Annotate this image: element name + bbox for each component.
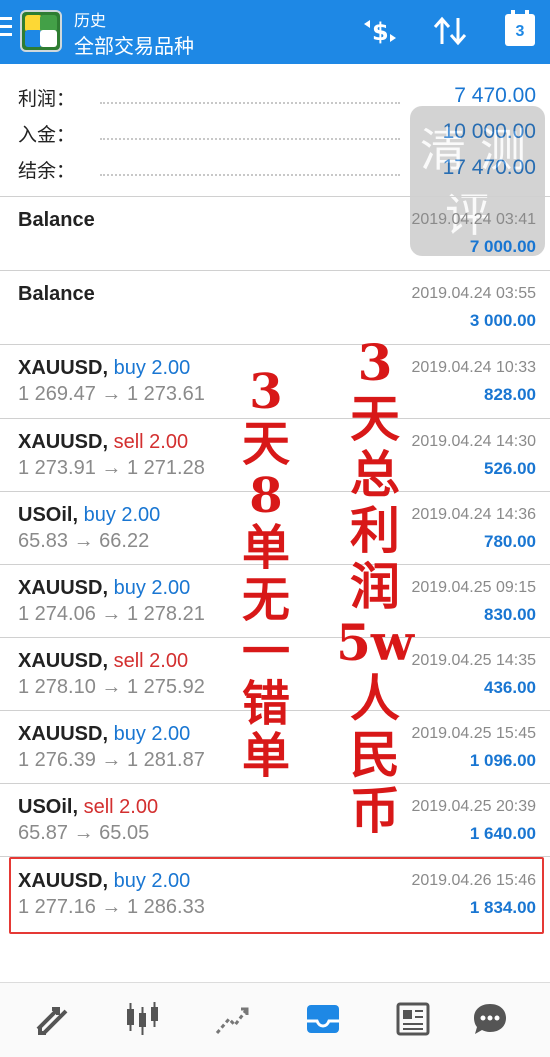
row-profit: 1 096.00	[469, 751, 536, 770]
annotation-char: 天	[241, 416, 290, 472]
annotation-char: 利	[350, 501, 400, 560]
row-title: XAUUSD, buy 2.00	[18, 723, 190, 746]
quotes-icon[interactable]	[32, 999, 72, 1039]
annotation-right: 3 天 总 利 润 5w 人 民 币	[335, 338, 415, 842]
row-symbol: USOil,	[18, 504, 79, 526]
row-side: buy 2.00	[113, 723, 191, 745]
row-symbol: XAUUSD,	[18, 357, 109, 379]
row-prices: 1 276.39 → 1 281.87	[18, 749, 205, 771]
row-symbol: XAUUSD,	[18, 650, 109, 672]
annotation-left: 3 天 8 单 无 一 错 单	[236, 368, 296, 784]
highlight-box	[9, 857, 544, 934]
row-title: XAUUSD, buy 2.00	[18, 577, 190, 600]
menu-icon[interactable]	[0, 17, 12, 43]
annotation-char: 人	[350, 669, 400, 728]
row-title: XAUUSD, sell 2.00	[18, 431, 188, 454]
annotation-char: 单	[241, 520, 290, 576]
annotation-char: 8	[249, 468, 283, 524]
sort-icon[interactable]	[428, 14, 472, 48]
annotation-char: 天	[350, 389, 400, 448]
chart-candles-icon[interactable]	[123, 999, 163, 1039]
top-app-bar: 历史 全部交易品种 $ 3	[0, 0, 550, 64]
row-symbol: XAUUSD,	[18, 723, 109, 745]
row-profit: 526.00	[484, 459, 536, 478]
calendar-icon[interactable]: 3	[505, 10, 535, 46]
dollar-exchange-icon[interactable]: $	[358, 14, 402, 48]
row-prices: 1 269.47 → 1 273.61	[18, 383, 205, 405]
row-profit: 7 000.00	[469, 237, 536, 256]
row-date: 2019.04.24 03:55	[411, 285, 536, 302]
header-title[interactable]: 全部交易品种	[74, 30, 194, 59]
row-date: 2019.04.24 14:36	[411, 506, 536, 523]
row-side: buy 2.00	[83, 504, 161, 526]
row-side: buy 2.00	[113, 357, 191, 379]
row-title: USOil, sell 2.00	[18, 796, 158, 819]
summary-label: 利润：	[18, 89, 76, 110]
svg-text:$: $	[372, 18, 389, 46]
row-prices: 1 278.10 → 1 275.92	[18, 676, 205, 698]
annotation-char: 无	[241, 572, 290, 628]
messages-icon[interactable]	[470, 999, 510, 1039]
row-side: sell 2.00	[113, 650, 189, 672]
row-symbol: Balance	[18, 209, 95, 231]
annotation-char: 币	[350, 781, 400, 840]
calendar-day: 3	[515, 23, 525, 40]
row-date: 2019.04.25 09:15	[411, 579, 536, 596]
row-title: XAUUSD, buy 2.00	[18, 357, 190, 380]
header-subtitle: 历史	[74, 13, 107, 30]
trade-icon[interactable]	[213, 999, 253, 1039]
summary-label: 入金：	[18, 125, 76, 146]
row-date: 2019.04.24 03:41	[411, 211, 536, 228]
row-profit: 1 640.00	[469, 824, 536, 843]
annotation-char: 民	[350, 725, 400, 784]
row-symbol: XAUUSD,	[18, 431, 109, 453]
history-inbox-icon[interactable]	[303, 999, 343, 1039]
annotation-char: 3	[249, 364, 283, 420]
row-side: buy 2.00	[113, 577, 191, 599]
list-item[interactable]: USOil, sell 2.00 65.87 → 65.05 2019.04.2…	[0, 784, 550, 857]
row-profit: 436.00	[484, 678, 536, 697]
row-title: XAUUSD, sell 2.00	[18, 650, 188, 673]
row-profit: 3 000.00	[469, 311, 536, 330]
list-item[interactable]: Balance 2019.04.24 03:41 7 000.00	[0, 197, 550, 270]
row-symbol: XAUUSD,	[18, 577, 109, 599]
annotation-char: 错	[241, 676, 290, 732]
row-date: 2019.04.25 14:35	[411, 652, 536, 669]
row-side: sell 2.00	[113, 431, 189, 453]
row-date: 2019.04.24 14:30	[411, 433, 536, 450]
summary-label: 结余：	[18, 161, 76, 182]
annotation-char: 总	[350, 445, 400, 504]
annotation-char: 单	[241, 728, 290, 784]
row-profit: 830.00	[484, 605, 536, 624]
row-prices: 1 273.91 → 1 271.28	[18, 457, 205, 479]
list-item[interactable]: Balance 2019.04.24 03:55 3 000.00	[0, 271, 550, 344]
row-date: 2019.04.25 15:45	[411, 725, 536, 742]
row-side: sell 2.00	[83, 796, 159, 818]
row-prices: 65.83 → 66.22	[18, 530, 150, 552]
svg-text:测: 测	[480, 123, 526, 177]
row-date: 2019.04.24 10:33	[411, 359, 536, 376]
row-prices: 65.87 → 65.05	[18, 822, 150, 844]
app-logo	[20, 10, 62, 52]
row-symbol: USOil,	[18, 796, 79, 818]
bottom-nav	[0, 982, 550, 1057]
row-symbol: Balance	[18, 283, 95, 305]
row-date: 2019.04.25 20:39	[411, 798, 536, 815]
svg-text:清: 清	[420, 123, 466, 177]
news-icon[interactable]	[393, 999, 433, 1039]
row-prices: 1 274.06 → 1 278.21	[18, 603, 205, 625]
annotation-char: 5w	[336, 613, 414, 672]
annotation-char: 一	[241, 624, 290, 680]
row-title: USOil, buy 2.00	[18, 504, 160, 527]
annotation-char: 3	[357, 333, 393, 392]
row-profit: 780.00	[484, 532, 536, 551]
annotation-char: 润	[350, 557, 400, 616]
row-profit: 828.00	[484, 385, 536, 404]
